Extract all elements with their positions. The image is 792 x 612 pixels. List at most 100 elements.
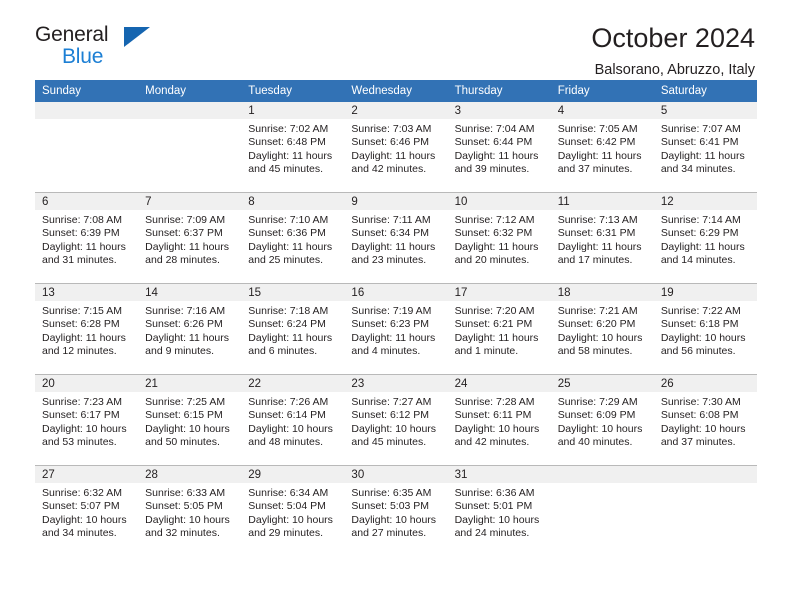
day-details: Sunrise: 7:22 AM Sunset: 6:18 PM Daylight:… xyxy=(654,301,757,359)
day-number xyxy=(550,466,654,483)
sunrise-text: Sunrise: 7:05 AM xyxy=(557,123,638,135)
weekday-header-saturday: Saturday xyxy=(653,80,757,102)
daylight-text: Daylight: 11 hours and 17 minutes. xyxy=(557,240,642,267)
daylight-text: Daylight: 11 hours and 45 minutes. xyxy=(248,149,333,176)
day-details: Sunrise: 7:05 AM Sunset: 6:42 PM Daylight:… xyxy=(551,119,654,177)
calendar-day-cell[interactable]: 31 Sunrise: 6:36 AM Sunset: 5:01 PM Dayligh… xyxy=(447,465,551,556)
sunrise-text: Sunrise: 7:15 AM xyxy=(42,305,122,317)
daylight-text: Daylight: 11 hours and 4 minutes. xyxy=(351,331,436,358)
calendar-cell-empty xyxy=(138,102,242,193)
day-details: Sunrise: 7:03 AM Sunset: 6:46 PM Daylight:… xyxy=(344,119,447,177)
calendar-day-cell[interactable]: 7 Sunrise: 7:09 AM Sunset: 6:37 PM Daylight… xyxy=(138,192,242,284)
calendar-day-cell[interactable]: 4 Sunrise: 7:05 AM Sunset: 6:42 PM Daylight… xyxy=(550,102,654,193)
calendar-day-cell[interactable]: 16 Sunrise: 7:19 AM Sunset: 6:23 PM Dayligh… xyxy=(344,283,448,375)
calendar-cell-empty xyxy=(653,465,757,556)
calendar-day-cell[interactable]: 1 Sunrise: 7:02 AM Sunset: 6:48 PM Daylight… xyxy=(241,102,345,193)
day-details: Sunrise: 6:36 AM Sunset: 5:01 PM Daylight:… xyxy=(448,483,551,541)
sunset-text: Sunset: 6:17 PM xyxy=(42,409,120,422)
sunset-text: Sunset: 6:44 PM xyxy=(454,136,533,149)
calendar-day-cell[interactable]: 20 Sunrise: 7:23 AM Sunset: 6:17 PM Dayligh… xyxy=(35,374,139,466)
daylight-text: Daylight: 11 hours and 25 minutes. xyxy=(248,240,333,267)
day-details: Sunrise: 7:27 AM Sunset: 6:12 PM Daylight:… xyxy=(344,392,447,450)
day-number: 6 xyxy=(35,193,139,210)
day-number: 16 xyxy=(344,284,448,301)
calendar-week-row: 20 Sunrise: 7:23 AM Sunset: 6:17 PM Dayligh… xyxy=(35,374,757,466)
calendar-day-cell[interactable]: 14 Sunrise: 7:16 AM Sunset: 6:26 PM Dayligh… xyxy=(138,283,242,375)
day-number: 4 xyxy=(550,102,654,119)
daylight-text: Daylight: 10 hours and 40 minutes. xyxy=(557,422,643,449)
calendar-day-cell[interactable]: 13 Sunrise: 7:15 AM Sunset: 6:28 PM Dayligh… xyxy=(35,283,139,375)
day-number: 18 xyxy=(550,284,654,301)
calendar-day-cell[interactable]: 8 Sunrise: 7:10 AM Sunset: 6:36 PM Daylight… xyxy=(241,192,345,284)
day-details: Sunrise: 7:11 AM Sunset: 6:34 PM Daylight:… xyxy=(344,210,447,268)
day-number: 13 xyxy=(35,284,139,301)
day-number: 8 xyxy=(241,193,345,210)
calendar-day-cell[interactable]: 29 Sunrise: 6:34 AM Sunset: 5:04 PM Dayligh… xyxy=(241,465,345,556)
calendar-day-cell[interactable]: 6 Sunrise: 7:08 AM Sunset: 6:39 PM Daylight… xyxy=(35,192,139,284)
day-number: 29 xyxy=(241,466,345,483)
calendar-day-cell[interactable]: 25 Sunrise: 7:29 AM Sunset: 6:09 PM Dayligh… xyxy=(550,374,654,466)
calendar-day-cell[interactable]: 12 Sunrise: 7:14 AM Sunset: 6:29 PM Dayligh… xyxy=(653,192,757,284)
sunrise-text: Sunrise: 7:16 AM xyxy=(145,305,226,317)
sunset-text: Sunset: 5:04 PM xyxy=(248,500,326,513)
daylight-text: Daylight: 11 hours and 23 minutes. xyxy=(351,240,436,267)
calendar-day-cell[interactable]: 10 Sunrise: 7:12 AM Sunset: 6:32 PM Dayligh… xyxy=(447,192,551,284)
sunrise-text: Sunrise: 7:29 AM xyxy=(557,396,638,408)
calendar-day-cell[interactable]: 24 Sunrise: 7:28 AM Sunset: 6:11 PM Dayligh… xyxy=(447,374,551,466)
sunrise-text: Sunrise: 7:12 AM xyxy=(454,214,535,226)
sunrise-text: Sunrise: 6:33 AM xyxy=(145,487,226,499)
day-number: 26 xyxy=(653,375,757,392)
calendar-day-cell[interactable]: 5 Sunrise: 7:07 AM Sunset: 6:41 PM Daylight… xyxy=(653,102,757,193)
day-number: 24 xyxy=(447,375,551,392)
day-number: 1 xyxy=(241,102,345,119)
sunrise-text: Sunrise: 7:03 AM xyxy=(351,123,432,135)
day-details: Sunrise: 7:04 AM Sunset: 6:44 PM Daylight:… xyxy=(448,119,551,177)
day-details: Sunrise: 7:21 AM Sunset: 6:20 PM Daylight:… xyxy=(551,301,654,359)
calendar-day-cell[interactable]: 26 Sunrise: 7:30 AM Sunset: 6:08 PM Dayligh… xyxy=(653,374,757,466)
day-number: 3 xyxy=(447,102,551,119)
calendar-day-cell[interactable]: 2 Sunrise: 7:03 AM Sunset: 6:46 PM Daylight… xyxy=(344,102,448,193)
calendar-day-cell[interactable]: 15 Sunrise: 7:18 AM Sunset: 6:24 PM Dayligh… xyxy=(241,283,345,375)
calendar-day-cell[interactable]: 17 Sunrise: 7:20 AM Sunset: 6:21 PM Dayligh… xyxy=(447,283,551,375)
logo-text-blue: Blue xyxy=(62,45,104,68)
day-details: Sunrise: 6:35 AM Sunset: 5:03 PM Daylight:… xyxy=(344,483,447,541)
day-details: Sunrise: 7:23 AM Sunset: 6:17 PM Daylight:… xyxy=(35,392,138,450)
day-details: Sunrise: 6:32 AM Sunset: 5:07 PM Daylight:… xyxy=(35,483,138,541)
calendar-day-cell[interactable]: 30 Sunrise: 6:35 AM Sunset: 5:03 PM Dayligh… xyxy=(344,465,448,556)
sunrise-text: Sunrise: 7:08 AM xyxy=(42,214,122,226)
sunset-text: Sunset: 5:01 PM xyxy=(454,500,533,513)
calendar-day-cell[interactable]: 18 Sunrise: 7:21 AM Sunset: 6:20 PM Dayligh… xyxy=(550,283,654,375)
sunset-text: Sunset: 6:12 PM xyxy=(351,409,430,422)
sunset-text: Sunset: 5:05 PM xyxy=(145,500,223,513)
day-number: 30 xyxy=(344,466,448,483)
calendar-day-cell[interactable]: 3 Sunrise: 7:04 AM Sunset: 6:44 PM Daylight… xyxy=(447,102,551,193)
calendar-day-cell[interactable]: 22 Sunrise: 7:26 AM Sunset: 6:14 PM Dayligh… xyxy=(241,374,345,466)
sunset-text: Sunset: 6:32 PM xyxy=(454,227,533,240)
day-details: Sunrise: 7:15 AM Sunset: 6:28 PM Daylight:… xyxy=(35,301,138,359)
calendar-day-cell[interactable]: 27 Sunrise: 6:32 AM Sunset: 5:07 PM Dayligh… xyxy=(35,465,139,556)
daylight-text: Daylight: 11 hours and 31 minutes. xyxy=(42,240,126,267)
general-blue-logo[interactable]: General Blue xyxy=(35,24,175,72)
day-details: Sunrise: 7:25 AM Sunset: 6:15 PM Daylight:… xyxy=(138,392,241,450)
daylight-text: Daylight: 11 hours and 12 minutes. xyxy=(42,331,126,358)
calendar-day-cell[interactable]: 28 Sunrise: 6:33 AM Sunset: 5:05 PM Dayligh… xyxy=(138,465,242,556)
weekday-header-friday: Friday xyxy=(550,80,654,102)
weekday-header-monday: Monday xyxy=(138,80,242,102)
calendar-day-cell[interactable]: 23 Sunrise: 7:27 AM Sunset: 6:12 PM Dayligh… xyxy=(344,374,448,466)
day-number: 14 xyxy=(138,284,242,301)
sunset-text: Sunset: 5:07 PM xyxy=(42,500,120,513)
calendar-table: Sunday Monday Tuesday Wednesday Thursday… xyxy=(35,80,757,556)
daylight-text: Daylight: 11 hours and 1 minute. xyxy=(454,331,539,358)
calendar-day-cell[interactable]: 21 Sunrise: 7:25 AM Sunset: 6:15 PM Dayligh… xyxy=(138,374,242,466)
calendar-day-cell[interactable]: 9 Sunrise: 7:11 AM Sunset: 6:34 PM Daylight… xyxy=(344,192,448,284)
calendar-day-cell[interactable]: 19 Sunrise: 7:22 AM Sunset: 6:18 PM Dayligh… xyxy=(653,283,757,375)
day-details: Sunrise: 7:08 AM Sunset: 6:39 PM Daylight:… xyxy=(35,210,138,268)
day-details: Sunrise: 6:33 AM Sunset: 5:05 PM Daylight:… xyxy=(138,483,241,541)
calendar-day-cell[interactable]: 11 Sunrise: 7:13 AM Sunset: 6:31 PM Dayligh… xyxy=(550,192,654,284)
day-details: Sunrise: 7:10 AM Sunset: 6:36 PM Daylight:… xyxy=(241,210,344,268)
sunset-text: Sunset: 6:23 PM xyxy=(351,318,430,331)
day-number: 19 xyxy=(653,284,757,301)
sunrise-text: Sunrise: 7:07 AM xyxy=(660,123,741,135)
day-number: 22 xyxy=(241,375,345,392)
daylight-text: Daylight: 11 hours and 39 minutes. xyxy=(454,149,539,176)
